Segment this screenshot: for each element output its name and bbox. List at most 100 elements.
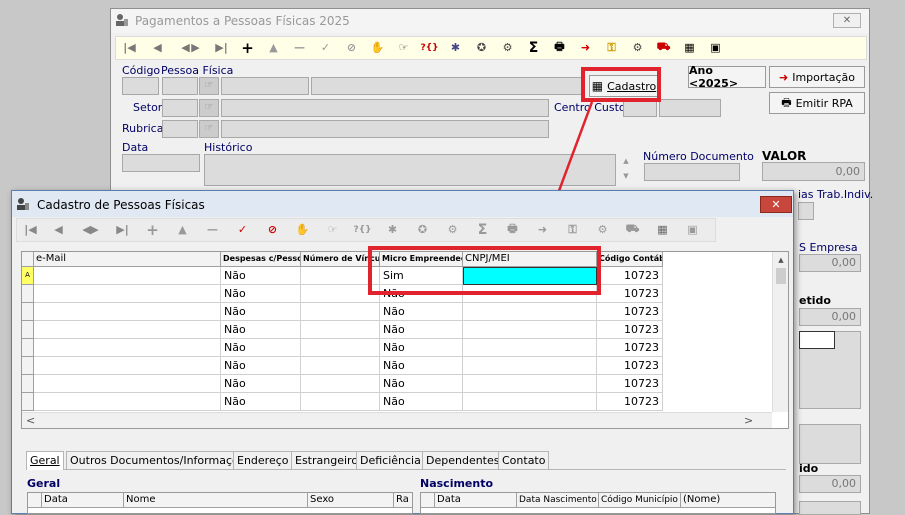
row-indicator[interactable]: A bbox=[22, 267, 34, 285]
tab-geral[interactable]: Geral bbox=[26, 451, 64, 470]
table-cell-codigo[interactable]: 10723 bbox=[597, 375, 663, 393]
table-cell-micro[interactable]: Não bbox=[380, 375, 463, 393]
nasc-header-codigo-municipio[interactable]: Código Município bbox=[599, 493, 681, 508]
table-cell-codigo[interactable]: 10723 bbox=[597, 321, 663, 339]
key-icon[interactable]: ⚿ bbox=[561, 219, 584, 240]
table-cell-micro[interactable]: Não bbox=[380, 303, 463, 321]
row-indicator[interactable] bbox=[22, 393, 34, 411]
tab-deficiencia[interactable]: Deficiência bbox=[356, 451, 425, 469]
table-cell-vinculos[interactable] bbox=[301, 357, 380, 375]
geral-header-ra[interactable]: Ra bbox=[394, 493, 412, 508]
prev-page-icon[interactable]: ◀ bbox=[47, 219, 70, 240]
table-cell-despesas[interactable]: Não bbox=[221, 375, 301, 393]
row-indicator[interactable] bbox=[22, 375, 34, 393]
row-indicator[interactable] bbox=[22, 339, 34, 357]
export-icon[interactable]: ➜ bbox=[531, 219, 554, 240]
table-cell-despesas[interactable]: Não bbox=[221, 303, 301, 321]
geral-header-sexo[interactable]: Sexo bbox=[308, 493, 394, 508]
query-icon[interactable]: ?{} bbox=[351, 219, 374, 240]
table-cell-cnpj[interactable] bbox=[463, 357, 597, 375]
confirm-icon[interactable]: ✓ bbox=[231, 219, 254, 240]
scroll-right-icon[interactable]: > bbox=[744, 414, 753, 427]
nasc-header-data-nascimento[interactable]: Data Nascimento bbox=[517, 493, 599, 508]
tools-icon[interactable]: ✱ bbox=[381, 219, 404, 240]
table-cell-cnpj[interactable] bbox=[463, 303, 597, 321]
calculator-icon[interactable]: ▦ bbox=[651, 219, 674, 240]
up-icon[interactable]: ▲ bbox=[171, 219, 194, 240]
table-cell-vinculos[interactable] bbox=[301, 393, 380, 411]
table-cell-despesas[interactable]: Não bbox=[221, 321, 301, 339]
table-cell-despesas[interactable]: Não bbox=[221, 393, 301, 411]
tab-contato[interactable]: Contato bbox=[498, 451, 550, 469]
tab-estrangeiro[interactable]: Estrangeiro bbox=[291, 451, 363, 469]
scroll-up-icon[interactable]: ▲ bbox=[773, 252, 788, 268]
geral-header-data[interactable]: Data bbox=[42, 493, 124, 508]
row-indicator[interactable] bbox=[22, 357, 34, 375]
table-cell-despesas[interactable]: Não bbox=[221, 339, 301, 357]
row-indicator[interactable] bbox=[22, 321, 34, 339]
geral-header-nome[interactable]: Nome bbox=[124, 493, 308, 508]
table-cell-cnpj[interactable] bbox=[463, 339, 597, 357]
table-cell-email[interactable] bbox=[34, 339, 221, 357]
table-cell-email[interactable] bbox=[34, 267, 221, 285]
fg-close-button[interactable]: ✕ bbox=[760, 196, 792, 213]
grid-vscroll[interactable]: ▲ bbox=[772, 252, 788, 412]
delete-icon[interactable]: — bbox=[201, 219, 224, 240]
row-indicator[interactable] bbox=[22, 285, 34, 303]
table-cell-vinculos[interactable] bbox=[301, 303, 380, 321]
table-cell-despesas[interactable]: Não bbox=[221, 357, 301, 375]
car-icon[interactable]: ⛟ bbox=[621, 219, 644, 240]
table-cell-codigo[interactable]: 10723 bbox=[597, 339, 663, 357]
next-record-icon[interactable]: ▶ bbox=[83, 219, 106, 240]
stop-icon[interactable]: ▣ bbox=[681, 219, 704, 240]
table-cell-codigo[interactable]: 10723 bbox=[597, 357, 663, 375]
table-cell-cnpj[interactable] bbox=[463, 393, 597, 411]
table-cell-codigo[interactable]: 10723 bbox=[597, 285, 663, 303]
grid-header-email[interactable]: e-Mail bbox=[34, 252, 221, 267]
fg-window-title: Cadastro de Pessoas Físicas bbox=[37, 198, 205, 212]
table-cell-codigo[interactable]: 10723 bbox=[597, 393, 663, 411]
table-cell-cnpj[interactable] bbox=[463, 375, 597, 393]
refresh-icon[interactable]: ✪ bbox=[411, 219, 434, 240]
table-cell-micro[interactable]: Não bbox=[380, 339, 463, 357]
table-cell-micro[interactable]: Não bbox=[380, 357, 463, 375]
pointer-icon[interactable]: ☞ bbox=[321, 219, 344, 240]
table-cell-email[interactable] bbox=[34, 321, 221, 339]
last-record-icon[interactable]: ▶| bbox=[111, 219, 134, 240]
config-icon[interactable]: ⚙ bbox=[591, 219, 614, 240]
grid-header-codigo[interactable]: Código Contábil bbox=[597, 252, 663, 267]
cancel-icon[interactable]: ⊘ bbox=[261, 219, 284, 240]
table-cell-micro[interactable]: Não bbox=[380, 321, 463, 339]
nascimento-grid: Data Data Nascimento Código Município (N… bbox=[420, 492, 776, 514]
table-cell-vinculos[interactable] bbox=[301, 375, 380, 393]
table-cell-micro[interactable]: Não bbox=[380, 393, 463, 411]
hand-icon[interactable]: ✋ bbox=[291, 219, 314, 240]
table-cell-despesas[interactable]: Não bbox=[221, 285, 301, 303]
sum-icon[interactable]: Σ bbox=[471, 219, 494, 240]
table-cell-codigo[interactable]: 10723 bbox=[597, 267, 663, 285]
grid-hscroll[interactable]: < > bbox=[22, 412, 772, 428]
table-cell-vinculos[interactable] bbox=[301, 339, 380, 357]
first-record-icon[interactable]: |◀ bbox=[19, 219, 42, 240]
nasc-header-nome[interactable]: (Nome) bbox=[681, 493, 775, 508]
tab-dependentes[interactable]: Dependentes bbox=[422, 451, 504, 469]
table-cell-email[interactable] bbox=[34, 393, 221, 411]
tab-outros-documentos[interactable]: Outros Documentos/Informações bbox=[66, 451, 256, 469]
table-cell-cnpj[interactable] bbox=[463, 321, 597, 339]
scroll-left-icon[interactable]: < bbox=[26, 414, 35, 427]
tab-endereco[interactable]: Endereço bbox=[233, 451, 293, 469]
scroll-thumb[interactable] bbox=[776, 268, 786, 284]
add-icon[interactable]: + bbox=[141, 219, 164, 240]
grid-header-despesas[interactable]: Despesas c/Pessoal bbox=[221, 252, 301, 267]
table-cell-despesas[interactable]: Não bbox=[221, 267, 301, 285]
table-cell-codigo[interactable]: 10723 bbox=[597, 303, 663, 321]
filter-icon[interactable]: ⚙ bbox=[441, 219, 464, 240]
table-cell-vinculos[interactable] bbox=[301, 321, 380, 339]
table-cell-email[interactable] bbox=[34, 375, 221, 393]
row-indicator[interactable] bbox=[22, 303, 34, 321]
table-cell-email[interactable] bbox=[34, 285, 221, 303]
nasc-header-data[interactable]: Data bbox=[435, 493, 517, 508]
table-cell-email[interactable] bbox=[34, 303, 221, 321]
print-icon[interactable]: 🖶 bbox=[501, 219, 524, 240]
table-cell-email[interactable] bbox=[34, 357, 221, 375]
